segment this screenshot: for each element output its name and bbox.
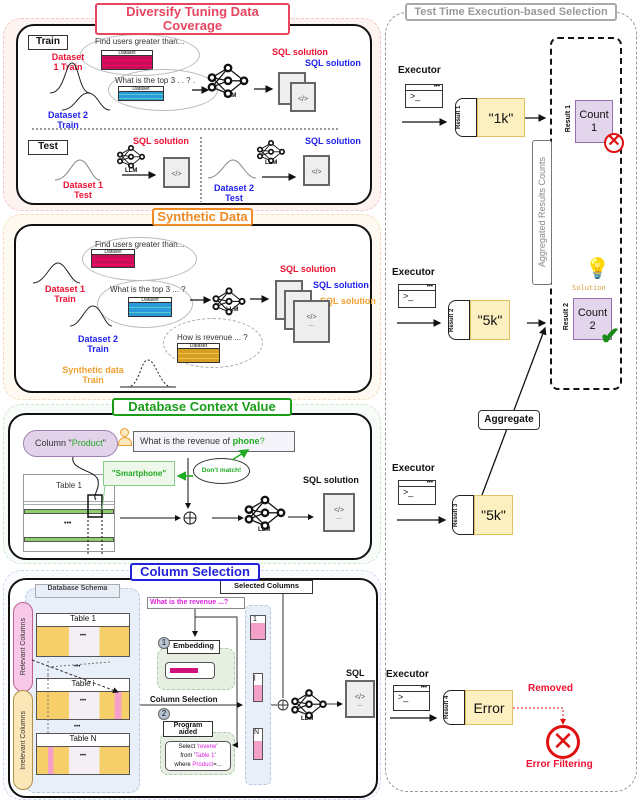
sql-solution-test-2: SQL solution xyxy=(305,136,361,146)
aggregate-label: Aggregate xyxy=(478,410,540,430)
question-1: Find users greater than... xyxy=(95,37,185,46)
aggregated-results-text: Aggregated Results Counts xyxy=(537,157,547,268)
result-1: Result 1 "1k" xyxy=(455,98,525,137)
dataset-1-train: Dataset 1 Train xyxy=(51,52,85,72)
terminal-icon: ••• >_ xyxy=(398,284,436,308)
executor-1-label: Executor xyxy=(398,65,441,76)
question-2: What is the top 3 ... ? xyxy=(110,285,186,294)
dataset-table-blue: Dataset xyxy=(128,297,172,317)
result-3: Result 3 "5k" xyxy=(452,495,513,535)
dataset-table-orange: Dataset xyxy=(177,343,220,363)
llm-label: LLM xyxy=(301,716,314,722)
dataset-2-train: Dataset 2 Train xyxy=(47,110,89,130)
column-product-pill: Column "Product" xyxy=(23,430,118,457)
query-box: What is the revenue ...? xyxy=(147,597,245,609)
diversify-title: Diversify Tuning Data Coverage xyxy=(95,3,290,35)
sql-solution-1: SQL solution xyxy=(272,47,328,57)
aggregated-results-label: Aggregated Results Counts xyxy=(532,140,552,285)
sql-solution: SQL solution xyxy=(303,475,359,485)
test-label: Test xyxy=(28,140,68,155)
sql-solution-2: SQL solution xyxy=(313,280,369,290)
dots: ••• xyxy=(74,724,81,730)
llm-label: LLM xyxy=(258,527,271,533)
solution-label: Solution xyxy=(572,284,606,292)
relevant-columns-pill: Relevant Columns xyxy=(13,602,33,692)
sql-document-icon: </> xyxy=(303,155,330,186)
selected-col-n: N xyxy=(253,728,263,760)
database-schema-label: Database Schema xyxy=(35,584,120,598)
question-3: How is revenue ... ? xyxy=(177,333,248,342)
test-time-title: Test Time Execution-based Selection xyxy=(405,3,617,21)
context-title: Database Context Value xyxy=(112,398,292,416)
sql-document-icon: </>... xyxy=(323,493,355,532)
executor-2-label: Executor xyxy=(392,267,435,278)
llm-label: LLM xyxy=(265,160,278,166)
sql-document-icon: </> xyxy=(163,157,190,188)
result-2: Result 2 "5k" xyxy=(448,300,510,340)
llm-label: LLM xyxy=(226,307,239,313)
count-1-tag: Result 1 xyxy=(565,105,572,133)
llm-label: LLM xyxy=(224,93,237,99)
sql-solution-1: SQL solution xyxy=(280,264,336,274)
colsel-title: Column Selection xyxy=(130,563,260,581)
dataset-2-test: Dataset 2 Test xyxy=(213,183,255,203)
synthetic-data-train: Synthetic data Train xyxy=(62,365,124,385)
dataset-table-pink: Dataset xyxy=(101,50,153,70)
program-aided-label: Program aided xyxy=(163,721,213,737)
sql-solution-2: SQL solution xyxy=(305,58,361,68)
dont-match-cloud: Don't match! xyxy=(193,458,250,484)
column-selection-label: Column Selection xyxy=(150,695,218,704)
rejected-x-icon: ✕ xyxy=(604,133,624,153)
terminal-icon: ••• >_ xyxy=(405,84,443,108)
question-2: What is the top 3 . . ? . xyxy=(115,76,196,85)
embedding-vector-icon xyxy=(165,662,215,679)
dataset-2-train: Dataset 2 Train xyxy=(77,334,119,354)
dots: ••• xyxy=(74,664,81,670)
dataset-table-blue: Dataset xyxy=(118,86,164,101)
table-1: Table 1 ••• xyxy=(23,474,115,552)
count-2-tag: Result 2 xyxy=(563,303,570,331)
sql-label: SQL xyxy=(346,668,365,678)
executor-4-label: Executor xyxy=(386,669,429,680)
sql-document-icon: </>... xyxy=(293,300,330,343)
check-icon: ✔ xyxy=(600,323,621,350)
lightbulb-icon: 💡 xyxy=(585,258,610,280)
schema-table-1: Table 1 ••• xyxy=(36,613,130,657)
error-filtering-label: Error Filtering xyxy=(526,759,593,770)
terminal-icon: ••• >_ xyxy=(393,685,430,711)
dataset-1-train: Dataset 1 Train xyxy=(44,284,86,304)
sql-document-icon: </> xyxy=(290,82,316,112)
result-4: Result 4 Error xyxy=(443,690,513,725)
step-2-badge: 2 xyxy=(158,708,170,720)
selected-columns-label: Selected Columns xyxy=(220,580,313,594)
sql-snippet: Select 'revene' from 'Table 1' where Pro… xyxy=(165,741,231,771)
sql-document-icon: </>... xyxy=(345,680,375,718)
step-1-badge: 1 xyxy=(158,637,170,649)
dataset-1-test: Dataset 1 Test xyxy=(62,180,104,200)
train-label: Train xyxy=(28,35,68,50)
embedding-label: Embedding xyxy=(167,640,220,654)
question-box: What is the revenue of phone? xyxy=(133,431,295,452)
synthetic-title: Synthetic Data xyxy=(152,208,253,226)
user-icon xyxy=(118,428,132,450)
executor-3-label: Executor xyxy=(392,463,435,474)
question-1: Find users greater than... xyxy=(95,240,185,249)
sql-solution-test-1: SQL solution xyxy=(133,136,189,146)
selected-col-1: 1 xyxy=(250,615,266,640)
removed-label: Removed xyxy=(528,683,574,694)
irrelevant-columns-pill: Irrelevant Columns xyxy=(13,690,33,790)
error-filter-x-icon: ✕ xyxy=(546,725,580,759)
schema-table-i: Table i ••• xyxy=(36,678,130,720)
dataset-table-pink: Dataset xyxy=(91,249,135,268)
llm-label: LLM xyxy=(125,168,138,174)
schema-table-n: Table N ••• xyxy=(36,733,130,775)
selected-col-j: j xyxy=(253,673,263,702)
smartphone-value-box: "Smartphone" xyxy=(103,461,175,486)
terminal-icon: ••• >_ xyxy=(398,480,436,505)
